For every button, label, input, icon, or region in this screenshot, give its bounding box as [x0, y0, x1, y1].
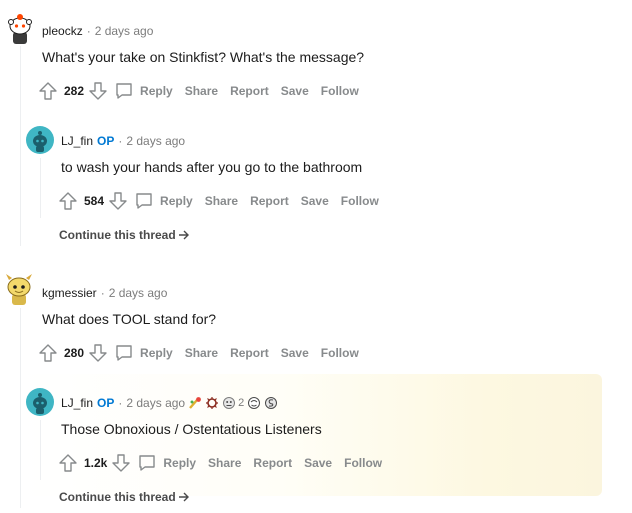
avatar[interactable]	[4, 10, 32, 44]
timestamp[interactable]: 2 days ago	[126, 396, 185, 410]
reply-button[interactable]: Reply	[137, 453, 196, 473]
vote-score: 282	[64, 84, 85, 98]
reply-label: Reply	[160, 194, 193, 208]
arrow-right-icon	[178, 230, 189, 240]
share-button[interactable]: Share	[185, 346, 218, 360]
reply-label: Reply	[140, 84, 173, 98]
avatar[interactable]	[26, 388, 54, 416]
award-icon[interactable]	[205, 396, 219, 410]
upvote-icon[interactable]	[58, 453, 78, 473]
timestamp[interactable]: 2 days ago	[109, 286, 168, 300]
continue-thread-link[interactable]: Continue this thread	[59, 228, 190, 242]
save-button[interactable]: Save	[281, 346, 309, 360]
follow-button[interactable]: Follow	[321, 346, 359, 360]
upvote-icon[interactable]	[58, 191, 78, 211]
meta-separator: ·	[100, 286, 105, 300]
downvote-icon[interactable]	[108, 191, 128, 211]
timestamp[interactable]: 2 days ago	[126, 134, 185, 148]
upvote-icon[interactable]	[38, 81, 58, 101]
timestamp[interactable]: 2 days ago	[95, 24, 154, 38]
downvote-icon[interactable]	[111, 453, 131, 473]
arrow-right-icon	[178, 492, 189, 502]
comment-actions: 1.2k Reply Share Report Save Follow	[58, 451, 382, 475]
save-button[interactable]: Save	[304, 456, 332, 470]
thread-line[interactable]	[40, 158, 41, 218]
author-name[interactable]: LJ_fin	[61, 134, 93, 148]
comment-actions: 282 Reply Share Report Save Follow	[38, 79, 359, 103]
share-button[interactable]: Share	[185, 84, 218, 98]
op-badge: OP	[97, 134, 115, 148]
award-icon[interactable]	[264, 396, 278, 410]
comment-meta: LJ_fin OP · 2 days ago	[61, 134, 185, 148]
comment-meta: pleockz · 2 days ago	[42, 24, 153, 38]
award-icon[interactable]	[222, 396, 236, 410]
snoo-avatar-icon	[33, 393, 47, 414]
snoo-avatar-icon	[8, 14, 32, 44]
author-name[interactable]: pleockz	[42, 24, 83, 38]
award-icon[interactable]	[188, 396, 202, 410]
comment-body: What does TOOL stand for?	[42, 311, 217, 327]
meta-separator: ·	[118, 134, 123, 148]
downvote-icon[interactable]	[88, 343, 108, 363]
share-button[interactable]: Share	[205, 194, 238, 208]
meta-separator: ·	[86, 24, 91, 38]
save-button[interactable]: Save	[301, 194, 329, 208]
vote-score: 1.2k	[84, 456, 108, 470]
follow-button[interactable]: Follow	[321, 84, 359, 98]
report-button[interactable]: Report	[253, 456, 292, 470]
reply-label: Reply	[163, 456, 197, 470]
reply-icon	[116, 345, 132, 361]
share-button[interactable]: Share	[208, 456, 241, 470]
reply-icon	[139, 455, 156, 471]
author-name[interactable]: LJ_fin	[61, 396, 93, 410]
reply-label: Reply	[140, 346, 173, 360]
report-button[interactable]: Report	[230, 84, 269, 98]
award-icon[interactable]	[247, 396, 261, 410]
author-name[interactable]: kgmessier	[42, 286, 97, 300]
thread-line[interactable]	[20, 46, 21, 246]
meta-separator: ·	[118, 396, 123, 410]
continue-thread-link[interactable]: Continue this thread	[59, 490, 190, 504]
avatar[interactable]	[26, 126, 54, 154]
award-count: 2	[238, 397, 245, 409]
report-button[interactable]: Report	[230, 346, 269, 360]
comment-meta: LJ_fin OP · 2 days ago 2	[61, 396, 278, 410]
upvote-icon[interactable]	[38, 343, 58, 363]
avatar[interactable]	[2, 270, 32, 305]
comment-body: to wash your hands after you go to the b…	[61, 159, 363, 175]
thread-line[interactable]	[40, 420, 41, 480]
continue-thread-label: Continue this thread	[59, 490, 176, 504]
comment-actions: 280 Reply Share Report Save Follow	[38, 341, 359, 365]
follow-button[interactable]: Follow	[344, 456, 382, 470]
comment-body: Those Obnoxious / Ostentatious Listeners	[61, 421, 322, 437]
reply-button[interactable]: Reply	[114, 343, 173, 363]
vote-score: 280	[64, 346, 85, 360]
thread-line[interactable]	[20, 308, 21, 508]
reply-icon	[136, 193, 152, 209]
downvote-icon[interactable]	[88, 81, 108, 101]
comment-body: What's your take on Stinkfist? What's th…	[42, 49, 365, 65]
report-button[interactable]: Report	[250, 194, 289, 208]
comment-actions: 584 Reply Share Report Save Follow	[58, 189, 379, 213]
op-badge: OP	[97, 396, 115, 410]
snoo-avatar-icon	[33, 131, 47, 152]
reply-icon	[116, 83, 132, 99]
snoo-avatar-icon	[6, 274, 32, 305]
comment-meta: kgmessier · 2 days ago	[42, 286, 167, 300]
follow-button[interactable]: Follow	[341, 194, 379, 208]
save-button[interactable]: Save	[281, 84, 309, 98]
continue-thread-label: Continue this thread	[59, 228, 176, 242]
vote-score: 584	[84, 194, 105, 208]
reply-button[interactable]: Reply	[114, 81, 173, 101]
reply-button[interactable]: Reply	[134, 191, 193, 211]
